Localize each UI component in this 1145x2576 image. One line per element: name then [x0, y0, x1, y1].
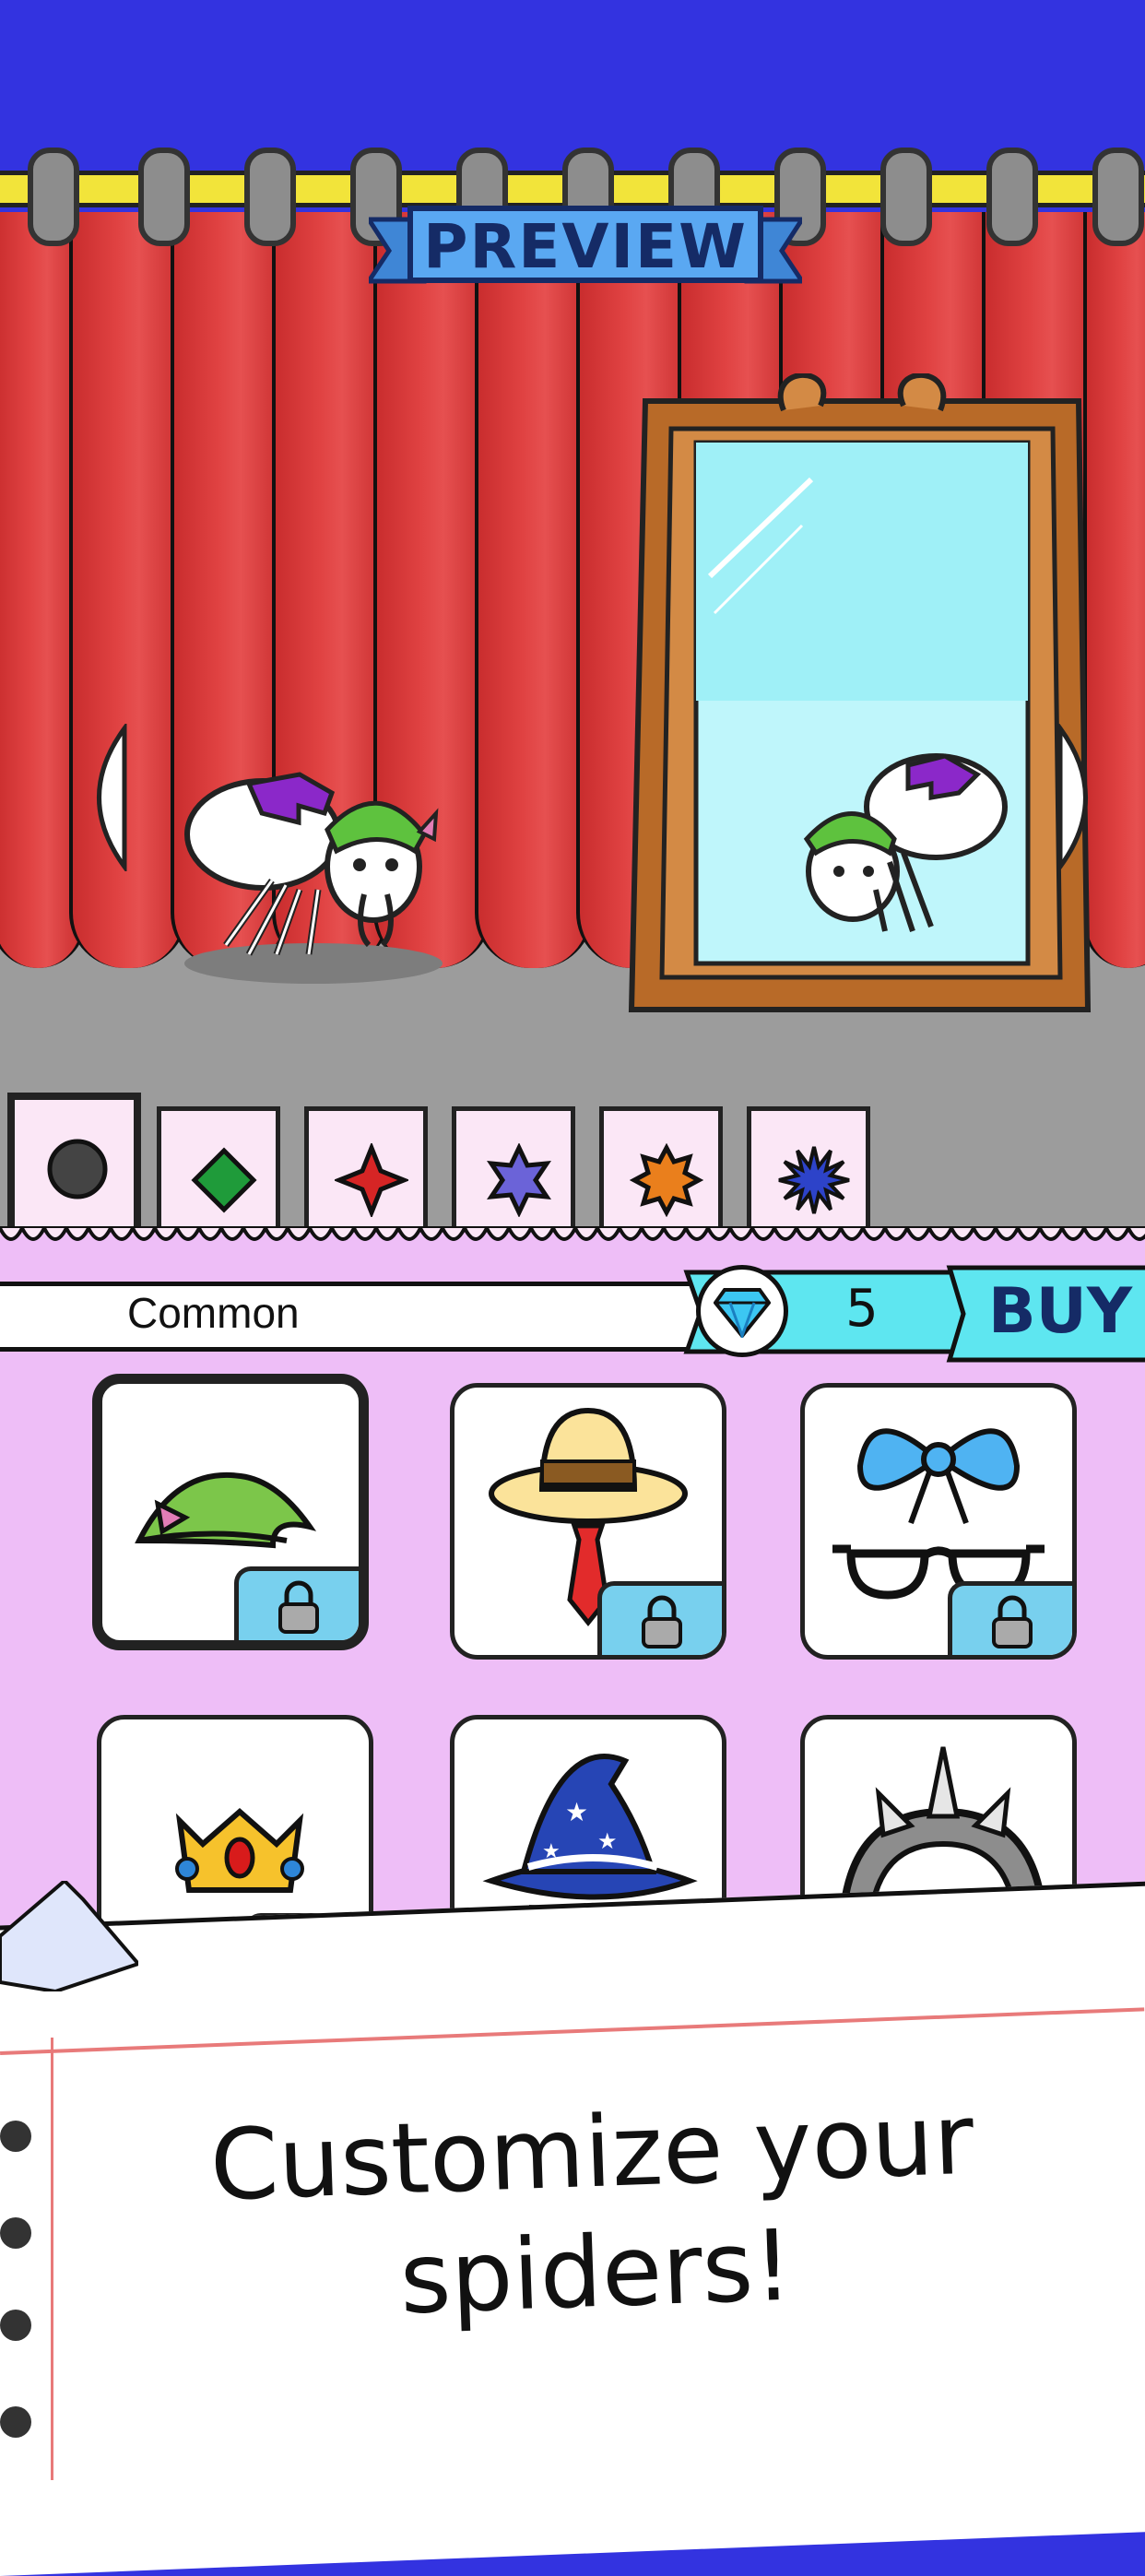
- svg-text:★: ★: [597, 1828, 618, 1854]
- lock-icon: [642, 1595, 682, 1648]
- curtain-ring: [880, 148, 932, 246]
- paper-margin-line: [51, 2038, 53, 2480]
- lock-icon: [992, 1595, 1033, 1648]
- price-value: 5: [845, 1279, 879, 1339]
- circle-icon: [47, 1139, 108, 1199]
- lock-badge: [948, 1581, 1072, 1655]
- lock-icon: [278, 1580, 319, 1634]
- binder-hole: [0, 2310, 31, 2341]
- binder-hole: [0, 2406, 31, 2438]
- tab-strip-edge: [0, 1226, 1145, 1263]
- diamond-icon: [191, 1147, 257, 1213]
- lock-badge: [597, 1581, 722, 1655]
- item-card-straw-hat-with-tie[interactable]: [450, 1383, 726, 1660]
- curtain-ring: [1092, 148, 1144, 246]
- tape-piece: [0, 1881, 138, 1991]
- spider-character: [184, 772, 443, 984]
- binder-hole: [0, 2217, 31, 2249]
- twelve-point-star-icon: [778, 1146, 850, 1214]
- binder-hole: [0, 2121, 31, 2152]
- preview-stage: PREVIEW: [0, 0, 1145, 1226]
- svg-text:★: ★: [542, 1840, 561, 1863]
- rarity-label: Common: [127, 1289, 300, 1337]
- svg-text:★: ★: [565, 1797, 588, 1827]
- curtain-ring: [244, 148, 296, 246]
- item-card-green-elf-hat[interactable]: [92, 1374, 369, 1650]
- lock-badge: [234, 1566, 359, 1640]
- mirror-frame: [628, 373, 1092, 1012]
- eight-point-star-icon: [630, 1143, 703, 1217]
- caption-text: Customize your spiders!: [106, 2076, 1083, 2386]
- rarity-bar: [0, 1282, 714, 1352]
- curtain-fold: [475, 212, 593, 968]
- preview-title: PREVIEW: [423, 211, 748, 282]
- four-point-star-icon: [335, 1143, 408, 1217]
- diamond-gem-icon: [714, 1288, 771, 1338]
- item-card-blue-bow-with-glasses[interactable]: [800, 1383, 1077, 1660]
- chevron-left-icon[interactable]: [74, 724, 129, 871]
- curtain-ring: [986, 148, 1038, 246]
- buy-label[interactable]: BUY: [968, 1270, 1145, 1353]
- gem-badge: [696, 1265, 788, 1357]
- chevron-right-icon[interactable]: [1056, 724, 1111, 871]
- six-point-star-icon: [487, 1143, 551, 1217]
- curtain-ring: [138, 148, 190, 246]
- curtain-ring: [28, 148, 79, 246]
